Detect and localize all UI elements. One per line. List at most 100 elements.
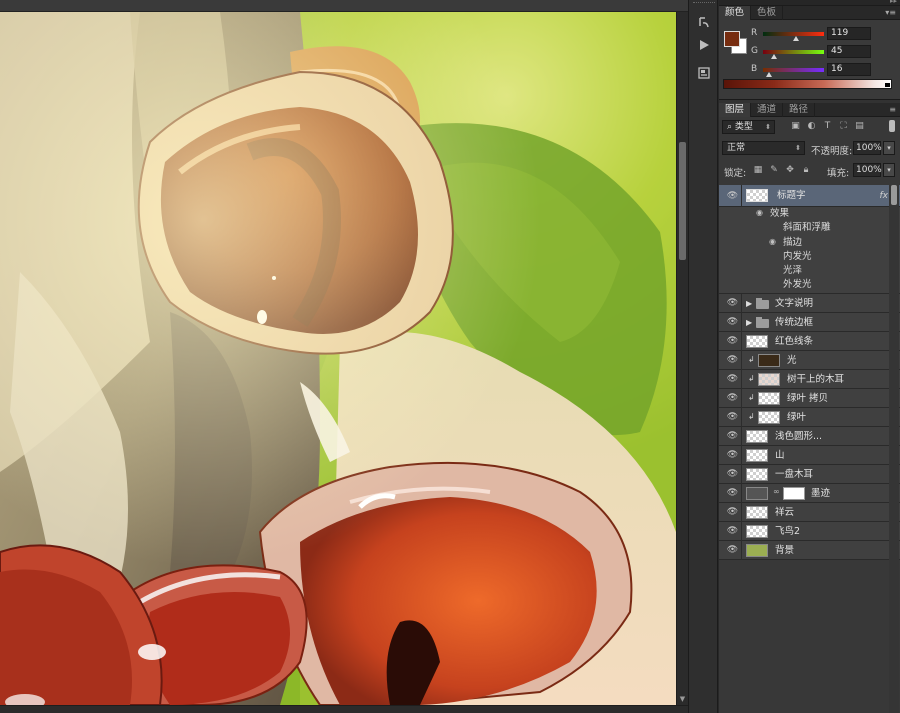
effect-item[interactable]: 斜面和浮雕 [719, 221, 900, 236]
layer-row[interactable]: 👁︎ ↲ 绿叶 拷贝 [719, 388, 900, 408]
eye-icon[interactable]: 👁︎ [724, 350, 742, 370]
panel-menu-icon[interactable]: ▾≡ [885, 6, 896, 20]
blue-slider-knob[interactable] [766, 72, 772, 77]
lock-all-icon[interactable]: 🔒︎ [801, 165, 811, 175]
eye-icon[interactable]: ◉ [769, 237, 776, 246]
eye-icon[interactable]: 👁︎ [724, 388, 742, 408]
layer-row-masked[interactable]: 👁︎ ∞ 墨迹 [719, 483, 900, 503]
layers-menu-icon[interactable]: ≡ [889, 103, 896, 117]
layer-row[interactable]: 👁︎ 红色线条 [719, 331, 900, 351]
effect-item[interactable]: ◉ 描边 [719, 235, 900, 250]
layers-scrollbar-thumb[interactable] [891, 185, 897, 205]
layer-row[interactable]: 👁︎ 浅色圆形... [719, 426, 900, 446]
eye-icon[interactable]: 👁︎ [724, 540, 742, 560]
eye-icon[interactable]: 👁︎ [724, 369, 742, 389]
layer-row[interactable]: 👁︎ ↲ 绿叶 [719, 407, 900, 427]
layer-mask-thumbnail[interactable] [783, 486, 805, 500]
layer-thumbnail [746, 334, 768, 348]
layer-filter-select[interactable]: ⌕ 类型 ⬍ [722, 120, 775, 134]
shape-filter-icon[interactable]: ⛶ [838, 121, 849, 132]
eye-icon[interactable]: 👁︎ [724, 483, 742, 503]
layer-row[interactable]: 👁︎ 飞鸟2 [719, 521, 900, 541]
eye-icon[interactable]: 👁︎ [724, 331, 742, 351]
history-brush-icon[interactable] [694, 14, 714, 32]
eye-icon[interactable]: 👁︎ [724, 185, 742, 207]
layer-row[interactable]: 👁︎ ↲ 光 [719, 350, 900, 370]
artwork-illustration [0, 12, 676, 705]
layers-scrollbar[interactable] [889, 185, 899, 713]
vertical-scrollbar[interactable]: ▼ [676, 12, 688, 705]
layer-row[interactable]: 👁︎ 一盘木耳 [719, 464, 900, 484]
properties-icon[interactable] [694, 64, 714, 82]
eye-icon[interactable]: 👁︎ [724, 293, 742, 313]
opacity-dropdown-icon[interactable]: ▾ [883, 141, 895, 155]
green-value-input[interactable]: 45 [827, 45, 871, 58]
layer-name: 绿叶 拷贝 [787, 392, 829, 404]
tab-swatches[interactable]: 色板 [751, 6, 784, 20]
layer-row[interactable]: 👁︎ 祥云 [719, 502, 900, 522]
effect-item[interactable]: 光泽 [719, 264, 900, 279]
play-action-icon[interactable] [694, 36, 714, 54]
lock-position-icon[interactable]: ✥ [785, 165, 795, 175]
fx-icon[interactable]: fx [880, 185, 889, 207]
adjustment-filter-icon[interactable]: ◐ [806, 121, 817, 132]
tab-color[interactable]: 颜色 [719, 6, 752, 20]
layer-row-selected[interactable]: 👁︎ 标题字 fx [719, 185, 900, 207]
panel-collapse-icon[interactable]: ▸▸ [890, 0, 897, 5]
lock-paint-icon[interactable]: ✎ [769, 165, 779, 175]
eye-icon[interactable]: 👁︎ [724, 464, 742, 484]
eye-icon[interactable]: 👁︎ [724, 407, 742, 427]
scroll-down-arrow-icon[interactable]: ▼ [678, 695, 687, 704]
layer-row[interactable]: 👁︎ ↲ 树干上的木耳 [719, 369, 900, 389]
red-slider-knob[interactable] [793, 36, 799, 41]
red-value-input[interactable]: 119 [827, 27, 871, 40]
layer-group-row[interactable]: 👁︎ ▶ 文字说明 [719, 293, 900, 313]
blue-value-input[interactable]: 16 [827, 63, 871, 76]
fill-input[interactable]: 100% [853, 163, 882, 177]
eye-icon[interactable]: 👁︎ [724, 426, 742, 446]
color-ramp[interactable] [723, 79, 892, 89]
effect-item[interactable]: 外发光 [719, 278, 900, 293]
layer-row[interactable]: 👁︎ 山 [719, 445, 900, 465]
green-slider-knob[interactable] [771, 54, 777, 59]
mask-link-icon[interactable]: ∞ [773, 487, 780, 496]
type-filter-icon[interactable]: T [822, 121, 833, 132]
tab-paths[interactable]: 路径 [783, 103, 816, 117]
eye-icon[interactable]: ◉ [756, 208, 763, 217]
eye-icon[interactable]: 👁︎ [724, 312, 742, 332]
tab-channels[interactable]: 通道 [751, 103, 784, 117]
document-canvas-area[interactable]: ▼ [0, 0, 688, 713]
foreground-color-swatch[interactable] [724, 31, 740, 47]
black-swatch[interactable] [885, 83, 890, 87]
layer-group-row[interactable]: 👁︎ ▶ 传统边框 [719, 312, 900, 332]
clipping-arrow-icon: ↲ [748, 411, 755, 421]
layer-thumbnail [746, 486, 768, 500]
eye-icon[interactable]: 👁︎ [724, 445, 742, 465]
filter-toggle[interactable] [889, 120, 895, 132]
tab-layers[interactable]: 图层 [719, 103, 752, 117]
pixel-filter-icon[interactable]: ▣ [790, 121, 801, 132]
vertical-scrollbar-thumb[interactable] [679, 142, 686, 260]
opacity-input[interactable]: 100% [853, 141, 882, 155]
eye-icon[interactable]: 👁︎ [724, 521, 742, 541]
layer-thumbnail [746, 467, 768, 481]
effect-item[interactable]: 内发光 [719, 249, 900, 265]
artwork-canvas[interactable] [0, 12, 676, 705]
blend-mode-select[interactable]: 正常 ⬍ [722, 141, 805, 155]
fill-dropdown-icon[interactable]: ▾ [883, 163, 895, 177]
layer-thumbnail [758, 410, 780, 424]
blue-channel-slider[interactable] [763, 68, 824, 72]
red-channel-label: R [751, 28, 758, 38]
layer-row-background[interactable]: 👁︎ 背景 [719, 540, 900, 560]
expand-triangle-icon[interactable]: ▶ [746, 294, 752, 313]
lock-transparency-icon[interactable]: ▦ [753, 165, 763, 175]
horizontal-scrollbar[interactable] [0, 705, 688, 713]
smart-object-filter-icon[interactable]: ▤ [854, 121, 865, 132]
effect-name: 斜面和浮雕 [783, 222, 831, 234]
expand-triangle-icon[interactable]: ▶ [746, 313, 752, 332]
effects-header[interactable]: ◉ 效果 [719, 207, 900, 222]
effect-name: 光泽 [783, 265, 803, 277]
dock-grip[interactable] [693, 2, 715, 6]
layer-thumbnail [758, 372, 780, 386]
eye-icon[interactable]: 👁︎ [724, 502, 742, 522]
